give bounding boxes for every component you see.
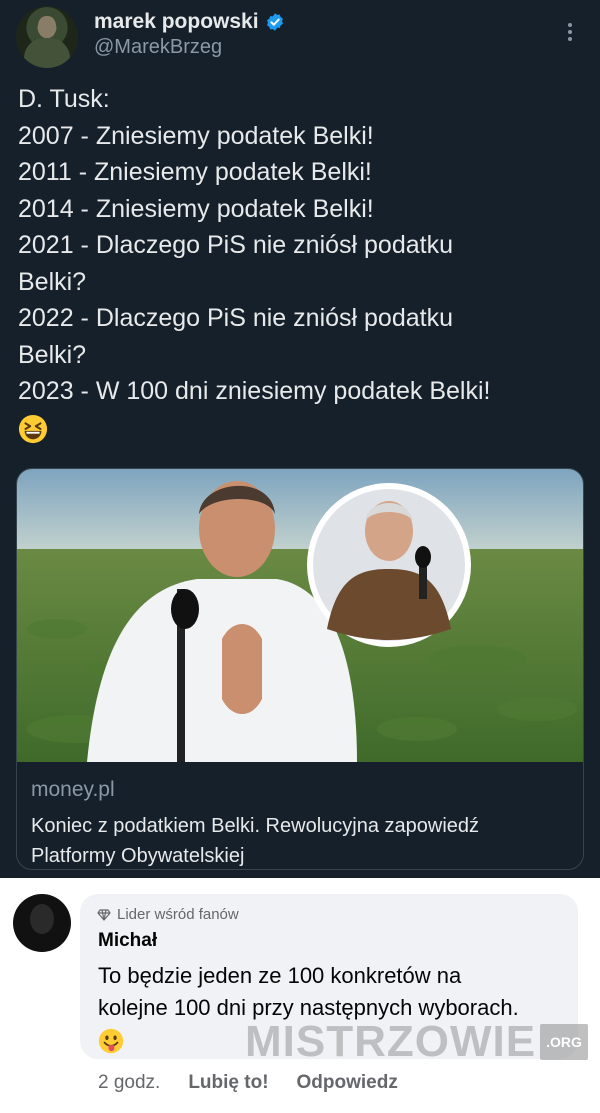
diamond-icon	[97, 908, 111, 921]
tweet-text: D. Tusk: 2007 - Zniesiemy podatek Belki!…	[18, 81, 588, 446]
tweet-line: 2014 - Zniesiemy podatek Belki!	[18, 194, 374, 223]
grinning-squinting-face-icon	[18, 414, 48, 443]
tweet-line: 2007 - Zniesiemy podatek Belki!	[18, 121, 374, 150]
tweet-line: Belki?	[18, 340, 87, 369]
comment-author[interactable]: Michał	[98, 930, 157, 952]
card-domain: money.pl	[31, 778, 115, 801]
tweet-line: Belki?	[18, 267, 87, 296]
comment-body: To będzie jeden ze 100 konkretów na kole…	[98, 963, 519, 1020]
link-preview-card[interactable]: money.pl Koniec z podatkiem Belki. Rewol…	[16, 468, 584, 870]
tweet-line: 2011 - Zniesiemy podatek Belki!	[18, 158, 372, 186]
tweet-line: 2021 - Dlaczego PiS nie zniósł podatku	[18, 231, 453, 259]
watermark: MISTRZOWIE .ORG	[245, 1017, 588, 1067]
comment-actions: 2 godz. Lubię to! Odpowiedz	[98, 1072, 398, 1094]
author-handle[interactable]: @MarekBrzeg	[94, 36, 222, 59]
comment-time[interactable]: 2 godz.	[98, 1072, 160, 1094]
tweet-line: 2022 - Dlaczego PiS nie zniósł podatku	[18, 304, 453, 332]
tweet-line: D. Tusk:	[18, 85, 110, 113]
commenter-avatar[interactable]	[13, 894, 71, 952]
tweet-line: 2023 - W 100 dni zniesiemy podatek Belki…	[18, 377, 491, 405]
comment-bubble: Lider wśród fanów Michał To będzie jeden…	[80, 894, 588, 1066]
top-fan-badge: Lider wśród fanów	[97, 906, 239, 923]
watermark-text: MISTRZOWIE	[245, 1017, 537, 1066]
watermark-tld: .ORG	[540, 1024, 588, 1060]
verified-badge-icon	[266, 13, 283, 31]
like-button[interactable]: Lubię to!	[188, 1072, 268, 1094]
author-display-name[interactable]: marek popowski	[94, 10, 259, 34]
author-name-row: marek popowski	[94, 8, 285, 36]
more-options-icon[interactable]	[560, 20, 580, 44]
reply-button[interactable]: Odpowiedz	[297, 1072, 398, 1094]
card-title: Koniec z podatkiem Belki. Rewolucyjna za…	[31, 815, 480, 867]
author-avatar[interactable]	[16, 6, 78, 68]
face-with-tongue-icon	[98, 1029, 124, 1054]
tweet: marek popowski @MarekBrzeg D. Tusk: 2007…	[0, 0, 600, 878]
top-fan-label: Lider wśród fanów	[117, 906, 239, 923]
facebook-comment: Lider wśród fanów Michał To będzie jeden…	[0, 878, 600, 1113]
article-image	[17, 469, 583, 762]
